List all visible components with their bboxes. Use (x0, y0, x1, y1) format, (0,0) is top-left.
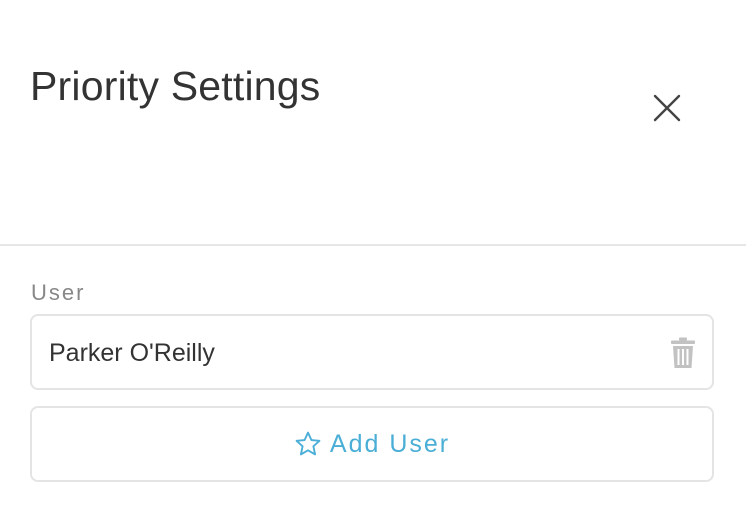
star-outline-icon (295, 431, 321, 456)
add-user-content: Add User (294, 428, 450, 460)
user-section-label: User (31, 280, 86, 305)
user-row: Parker O'Reilly (30, 314, 714, 390)
remove-user-button[interactable] (670, 337, 696, 369)
add-user-label: Add User (329, 430, 451, 458)
trash-icon (671, 337, 695, 368)
priority-settings-panel: Priority Settings User Parker O'Reilly A… (0, 0, 746, 508)
panel-header: Priority Settings (0, 0, 746, 246)
user-name: Parker O'Reilly (49, 339, 215, 367)
close-button[interactable] (647, 88, 687, 128)
add-user-button[interactable]: Add User (30, 406, 714, 482)
close-icon (653, 94, 681, 122)
panel-title: Priority Settings (30, 63, 321, 109)
